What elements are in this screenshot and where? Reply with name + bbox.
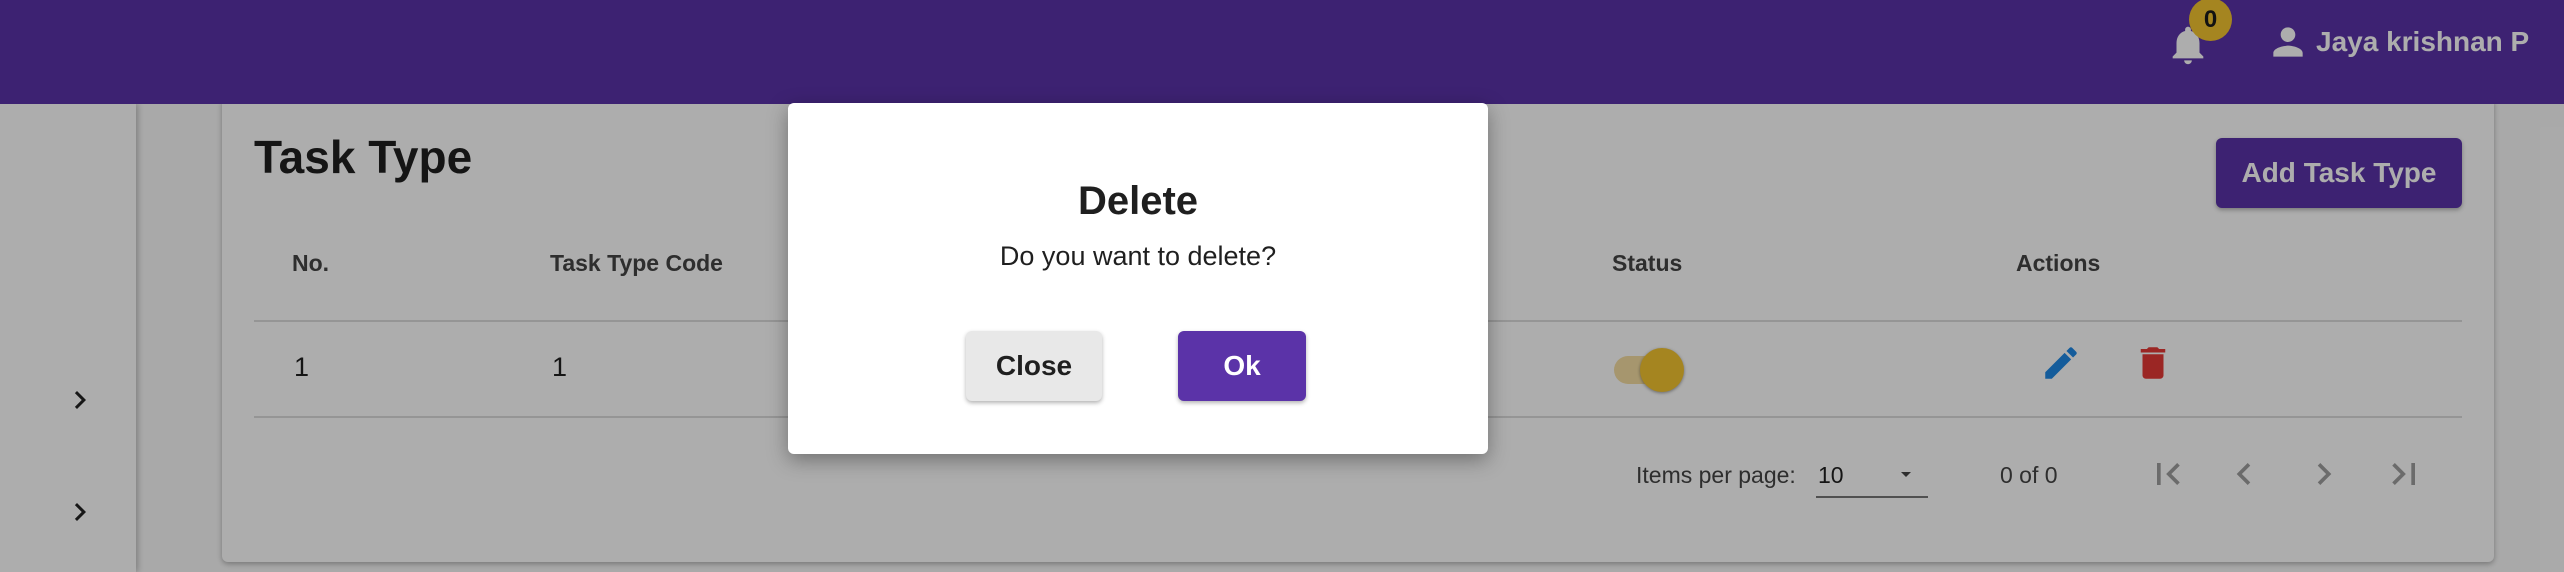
close-button[interactable]: Close (966, 331, 1102, 401)
dialog-message: Do you want to delete? (999, 241, 1277, 271)
dialog-title: Delete (1077, 179, 1199, 223)
delete-dialog: Delete Do you want to delete? Close Ok (788, 103, 1488, 454)
ok-button[interactable]: Ok (1178, 331, 1306, 401)
